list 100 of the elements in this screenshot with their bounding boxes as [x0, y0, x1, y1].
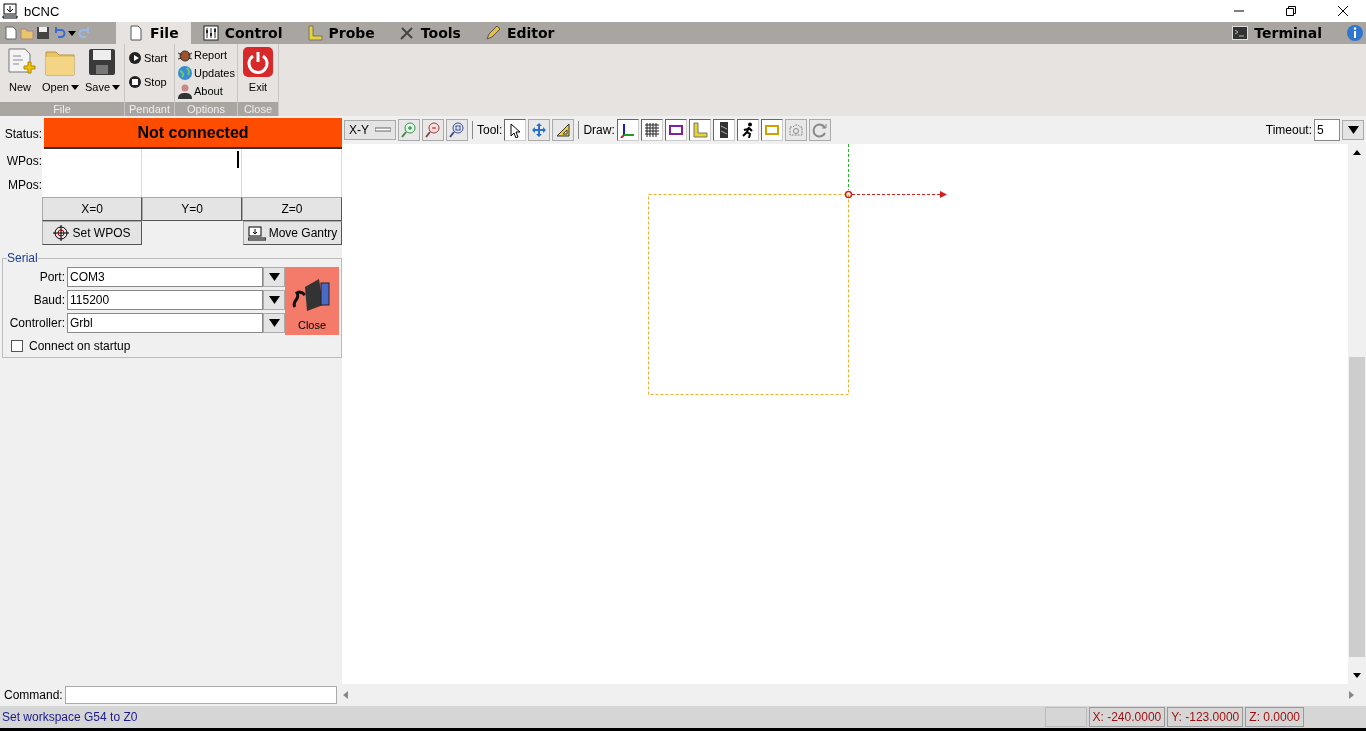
select-tool-button[interactable]: [504, 119, 527, 141]
rapid-toggle-button[interactable]: [736, 119, 759, 141]
checkbox-label: Connect on startup: [29, 339, 131, 353]
x-coordinate: X: -240.0000: [1088, 707, 1166, 727]
z-coordinate: Z: 0.0000: [1245, 707, 1304, 727]
rectangle-icon: [763, 122, 780, 138]
margin-toggle-button[interactable]: [664, 119, 687, 141]
zoom-in-button[interactable]: [398, 119, 420, 141]
caret-icon[interactable]: [68, 30, 76, 36]
terminal-icon: [1232, 26, 1249, 40]
dropdown-arrow-icon: [1347, 126, 1359, 134]
ribbon-tab[interactable]: Tools: [386, 22, 473, 44]
dropdown-button[interactable]: [263, 290, 285, 310]
ribbon-tab[interactable]: Control: [190, 22, 295, 44]
power-icon: [241, 46, 274, 78]
text-cursor: [237, 151, 239, 168]
grid-toggle-button[interactable]: [640, 119, 663, 141]
group-label: File: [0, 102, 124, 116]
zero-axis-button[interactable]: Z=0: [242, 197, 342, 221]
scroll-up-icon[interactable]: [1353, 150, 1361, 155]
workarea-toggle-button[interactable]: [760, 119, 783, 141]
scrollbar-thumb[interactable]: [1349, 357, 1365, 657]
info-button[interactable]: [1344, 22, 1366, 44]
save-button[interactable]: Save: [82, 46, 122, 93]
exit-button[interactable]: Exit: [239, 46, 276, 93]
serial-title: Serial: [7, 251, 38, 265]
pan-tool-button[interactable]: [528, 119, 551, 141]
open-button[interactable]: Open: [40, 46, 81, 93]
ruler-icon: [306, 25, 323, 41]
combo-field[interactable]: Grbl: [67, 313, 263, 333]
group-label: Pendant: [125, 102, 174, 116]
axes-icon: [619, 122, 636, 138]
command-label: Command:: [3, 688, 64, 702]
checkbox[interactable]: [11, 340, 23, 352]
updates-button[interactable]: Updates: [177, 64, 235, 82]
rotate-toggle-button[interactable]: [808, 119, 831, 141]
tool-label: Tool:: [477, 123, 503, 137]
pendant-start-icon: [127, 50, 143, 66]
status-label: Status:: [3, 126, 43, 141]
start-button[interactable]: Start: [127, 46, 168, 70]
scroll-left-icon[interactable]: [343, 691, 349, 699]
timeout-label: Timeout:: [1265, 123, 1312, 137]
wpos-label: WPos:: [5, 153, 43, 170]
dropdown-button[interactable]: [263, 267, 285, 287]
camera-icon: [787, 122, 804, 138]
gantry-icon: [247, 225, 266, 241]
origin-marker: [844, 190, 853, 199]
command-field[interactable]: [64, 686, 337, 704]
stop-button[interactable]: Stop: [127, 70, 167, 94]
about-button[interactable]: About: [177, 82, 223, 100]
status-value: Not connected: [44, 118, 342, 149]
axes-toggle-button[interactable]: [616, 119, 639, 141]
probe-toggle-button[interactable]: [688, 119, 711, 141]
move-gantry-button[interactable]: Move Gantry: [243, 221, 342, 245]
mpos-label: MPos:: [7, 177, 43, 194]
group-label: Close: [237, 102, 278, 116]
timeout-field[interactable]: 5: [1314, 119, 1340, 141]
view-indicator-icon: [375, 127, 391, 133]
zero-axis-button[interactable]: X=0: [42, 197, 142, 221]
globe-icon: [177, 65, 193, 81]
view-dropdown[interactable]: X-Y: [344, 120, 396, 140]
dropdown-button[interactable]: [1342, 120, 1364, 140]
grid-icon: [643, 122, 660, 138]
pencil-icon: [484, 25, 501, 41]
status-message: Set workspace G54 to Z0: [1, 710, 139, 724]
y-axis-line: [848, 144, 849, 191]
zoom-out-button[interactable]: [422, 119, 444, 141]
report-button[interactable]: Report: [177, 46, 227, 64]
ribbon-tab[interactable]: Editor: [472, 22, 567, 44]
zero-axis-button[interactable]: Y=0: [142, 197, 242, 221]
ribbon-tab[interactable]: File: [116, 22, 191, 44]
combo-field[interactable]: COM3: [67, 267, 263, 287]
close-port-button[interactable]: Close: [285, 267, 339, 335]
bit-toggle-button[interactable]: [712, 119, 735, 141]
combo-field[interactable]: 115200: [67, 290, 263, 310]
sliders-icon: [202, 25, 219, 41]
group-label: Options: [175, 102, 237, 116]
dropdown-button[interactable]: [263, 313, 285, 333]
page-icon: [128, 25, 144, 41]
rotate-icon: [811, 122, 828, 138]
draw-label: Draw:: [583, 123, 615, 137]
person-icon: [177, 83, 193, 99]
set-wpos-button[interactable]: Set WPOS: [42, 221, 142, 245]
restore-icon: [1286, 6, 1296, 16]
new-file-icon[interactable]: [4, 26, 18, 40]
scroll-right-icon[interactable]: [1348, 691, 1354, 699]
scroll-down-icon[interactable]: [1353, 673, 1361, 678]
ruler-tool-button[interactable]: [552, 119, 575, 141]
camera-toggle-button[interactable]: [784, 119, 807, 141]
dropdown-arrow-icon: [268, 319, 280, 327]
ruler-icon: [691, 122, 708, 138]
crosshair-icon: [53, 225, 70, 241]
zoom-fit-button[interactable]: [446, 119, 468, 141]
y-coordinate: Y: -123.0000: [1167, 707, 1244, 727]
rectangle-icon: [667, 122, 684, 138]
ribbon-tab[interactable]: Probe: [294, 22, 387, 44]
pendant-stop-icon: [127, 74, 143, 90]
window-title: bCNC: [24, 3, 60, 19]
terminal-tab[interactable]: Terminal: [1220, 22, 1334, 44]
new-button[interactable]: New: [2, 46, 38, 93]
